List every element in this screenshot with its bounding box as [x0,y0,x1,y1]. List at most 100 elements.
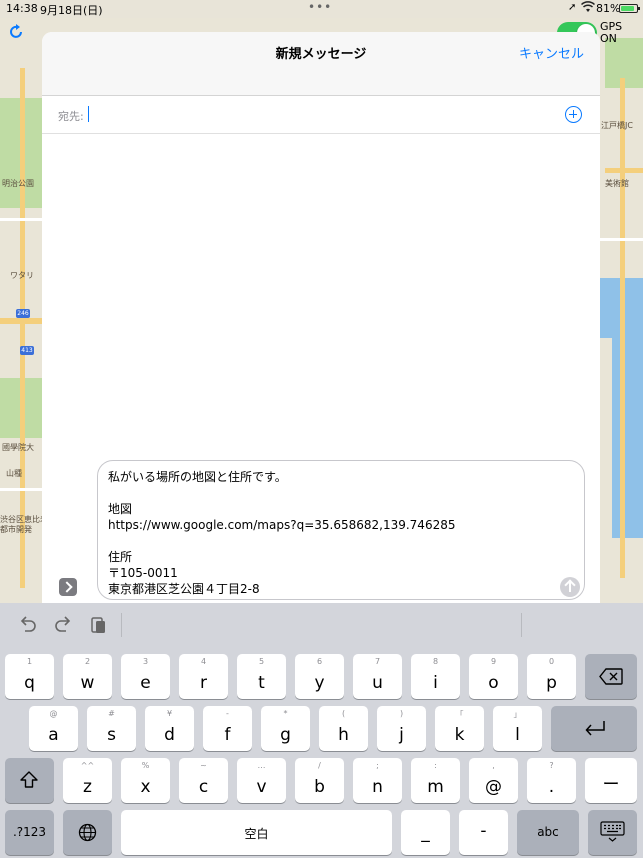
return-key[interactable] [551,706,637,751]
key-hint: 「 [455,710,464,719]
route-shield: 246 [16,309,30,318]
shift-icon [20,771,38,788]
numbers-key[interactable]: .?123 [5,810,54,855]
battery-percent: 81% [596,2,621,15]
key-q[interactable]: 1q [5,654,54,699]
key-hint: ; [376,761,379,770]
hide-keyboard-key[interactable] [588,810,637,855]
key-d[interactable]: ¥ d [145,706,194,751]
cancel-button[interactable]: キャンセル [519,43,584,62]
key-f[interactable]: -f [203,706,252,751]
key-m[interactable]: :m [411,758,460,803]
key-n[interactable]: ; n [353,758,402,803]
key-t[interactable]: 5t [237,654,286,699]
gps-label: GPS ON [600,20,623,45]
key-hint: * [283,709,288,718]
key-l[interactable]: 」 l [493,706,542,751]
add-contact-icon[interactable] [565,106,582,123]
key-x[interactable]: % x [121,758,170,803]
key-hint: 7 [374,657,381,666]
key-at[interactable]: , @ [469,758,518,803]
key-hint: ~ [200,761,207,770]
key-v[interactable]: … v [237,758,286,803]
key-o[interactable]: 9o [469,654,518,699]
key-u[interactable]: 7u [353,654,402,699]
key-label: d [164,725,175,745]
key-a[interactable]: @ a [29,706,78,751]
key-h[interactable]: (h [319,706,368,751]
key-hint: ) [399,709,404,718]
key-g[interactable]: * g [261,706,310,751]
redo-icon[interactable] [53,615,73,635]
key-label: _ [421,823,430,843]
key-hint: , [492,761,495,770]
expand-apps-button[interactable] [59,578,77,596]
recipient-label: 宛先: [58,110,84,123]
key-period[interactable]: ?. [527,758,576,803]
route-shield: 413 [20,346,34,355]
key-k[interactable]: 「k [435,706,484,751]
key-label: n [372,777,383,797]
multitasking-dots[interactable]: ••• [308,0,332,14]
key-y[interactable]: 6y [295,654,344,699]
key-z[interactable]: ^^ z [63,758,112,803]
undo-icon[interactable] [18,615,38,635]
return-icon [585,721,605,736]
key-j[interactable]: ) j [377,706,426,751]
status-time: 14:38 [6,2,38,15]
key-hint: : [434,761,437,770]
map-label: ワタリ [10,271,34,280]
keyboard-hide-icon [600,821,625,842]
key-long-dash[interactable]: ー [585,758,637,803]
key-hint: 0 [548,657,555,666]
wifi-icon [581,1,595,12]
key-i[interactable]: 8i [411,654,460,699]
sheet-title: 新規メッセージ [275,47,367,62]
key-b[interactable]: / b [295,758,344,803]
refresh-icon[interactable] [8,24,24,40]
key-hint: 3 [142,657,149,666]
key-c[interactable]: ~ c [179,758,228,803]
key-label: . [548,777,555,797]
message-text-field[interactable]: 私がいる場所の地図と住所です。 地図 https://www.google.co… [97,460,585,600]
abc-key[interactable]: abc [517,810,579,855]
key-hint: 9 [490,657,497,666]
status-date: 9月18日(日) [40,4,103,17]
globe-key[interactable] [63,810,112,855]
key-label: f [224,725,231,745]
key-hint: … [257,761,266,770]
backspace-key[interactable] [585,654,637,699]
key-dash[interactable]: - [459,810,508,855]
keyboard: 1q 2w 3e 4r 5t 6y 7u 8i 9o 0p @ a # s ¥ d -… [0,603,643,858]
key-hint: # [108,709,115,718]
key-e[interactable]: 3e [121,654,170,699]
key-w[interactable]: 2w [63,654,112,699]
key-label: u [372,673,383,693]
key-hint: 5 [258,657,265,666]
key-label: z [83,777,92,797]
key-label: b [314,777,325,797]
paste-icon[interactable] [89,615,109,635]
key-hint: ^^ [80,761,95,770]
space-key[interactable]: 空白 [121,810,392,855]
recipient-field[interactable]: 宛先: [42,97,600,134]
key-hint: ¥ [166,709,173,718]
send-button[interactable] [560,577,580,597]
key-hint: 」 [513,710,522,719]
key-label: e [140,673,151,693]
key-underscore[interactable]: _ [401,810,450,855]
new-message-sheet: 新規メッセージ キャンセル 宛先: 私がいる場所の地図と住所です。 地図 htt… [42,32,600,603]
keyboard-shortcut-bar [0,603,643,647]
key-label: c [198,777,209,797]
key-r[interactable]: 4r [179,654,228,699]
key-p[interactable]: 0p [527,654,576,699]
map-label: 國學院大 [2,443,34,452]
key-s[interactable]: # s [87,706,136,751]
key-label: q [24,673,35,693]
shift-key[interactable] [5,758,54,803]
key-label: x [140,777,151,797]
location-arrow-icon: ➚ [568,2,577,13]
backspace-icon [599,668,623,685]
key-label: k [454,725,465,745]
key-label: v [256,777,267,797]
